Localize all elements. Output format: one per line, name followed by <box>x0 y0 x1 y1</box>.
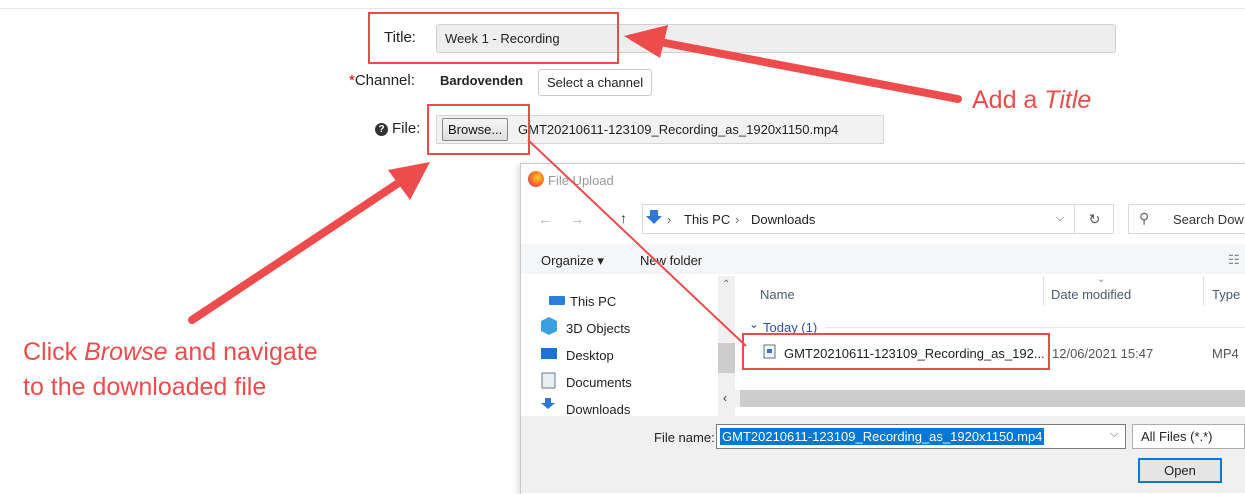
annotation-add-title: Add a Title <box>972 86 1091 115</box>
file-row-date: 12/06/2021 15:47 <box>1052 346 1154 361</box>
tree-item-downloads[interactable]: Downloads <box>566 402 630 416</box>
column-name[interactable]: Name <box>760 287 795 302</box>
annotation-add-title-em: Title <box>1044 86 1092 114</box>
sort-chevron-icon: ⌄ <box>1097 274 1106 285</box>
tree-item-documents[interactable]: Documents <box>566 375 632 390</box>
top-divider <box>0 8 1245 9</box>
firefox-icon <box>528 171 544 187</box>
group-collapse-icon[interactable]: ⌄ <box>749 317 759 331</box>
channel-value: Bardovenden <box>440 73 524 88</box>
annotation-browse-em: Browse <box>84 338 168 366</box>
select-channel-button[interactable]: Select a channel <box>538 69 653 96</box>
file-row-type: MP4 <box>1212 346 1239 361</box>
channel-label-text: Channel: <box>354 72 415 89</box>
breadcrumb-this-pc[interactable]: This PC <box>684 212 730 227</box>
scroll-up-icon[interactable]: ⌃ <box>722 279 730 290</box>
file-name-label: File name: <box>654 430 715 445</box>
tree-item-desktop[interactable]: Desktop <box>566 348 614 363</box>
breadcrumb-separator: › <box>667 212 672 227</box>
file-name-value: GMT20210611-123109_Recording_as_1920x115… <box>720 428 1045 445</box>
annotation-browse-line2: to the downloaded file <box>23 373 267 401</box>
browse-highlight-box <box>427 104 530 155</box>
chevron-down-icon[interactable]: ⌵ <box>1056 212 1064 225</box>
file-type-filter-value: All Files (*.*) <box>1141 429 1213 444</box>
navigation-pane <box>521 276 718 416</box>
column-divider-2 <box>1203 276 1204 306</box>
up-arrow-icon[interactable]: ↑ <box>620 210 627 226</box>
browse-arrowhead <box>388 162 430 200</box>
refresh-icon[interactable]: ↻ <box>1074 204 1114 234</box>
file-type-filter[interactable]: All Files (*.*) <box>1132 424 1245 449</box>
breadcrumb-separator-2: › <box>735 212 740 227</box>
vertical-scroll-thumb[interactable] <box>718 343 735 373</box>
file-highlight-box <box>742 333 1050 370</box>
annotation-browse-prefix: Click <box>23 338 85 366</box>
breadcrumb-downloads[interactable]: Downloads <box>751 212 815 227</box>
selected-file-name: GMT20210611-123109_Recording_as_1920x115… <box>518 122 839 137</box>
channel-label: *Channel: <box>349 72 415 89</box>
horizontal-scroll-thumb[interactable] <box>740 390 1245 407</box>
view-options-icon[interactable]: ☷ <box>1228 252 1240 268</box>
tree-item-3d-objects[interactable]: 3D Objects <box>566 321 630 336</box>
search-box[interactable]: ⚲ Search Dow <box>1128 204 1245 234</box>
column-type[interactable]: Type <box>1212 287 1240 302</box>
title-highlight-box <box>368 12 619 64</box>
search-placeholder: Search Dow <box>1173 212 1244 227</box>
annotation-add-title-prefix: Add a <box>972 86 1045 114</box>
scroll-left-icon[interactable]: ‹ <box>723 391 727 405</box>
dialog-title: File Upload <box>548 173 614 188</box>
open-button[interactable]: Open <box>1138 458 1222 483</box>
column-date-modified[interactable]: Date modified <box>1051 287 1131 302</box>
column-divider <box>1043 276 1044 306</box>
file-label: File: <box>392 120 421 137</box>
search-icon: ⚲ <box>1139 210 1150 226</box>
organize-button[interactable]: Organize ▾ <box>541 253 604 269</box>
back-arrow-icon[interactable]: ← <box>538 211 552 227</box>
group-divider <box>825 327 1245 328</box>
tree-item-this-pc[interactable]: This PC <box>570 294 616 309</box>
new-folder-button[interactable]: New folder <box>640 253 702 268</box>
dialog-toolbar <box>521 244 1245 274</box>
annotation-browse-line1: Click Browse and navigate <box>23 338 318 367</box>
browse-arrow <box>188 178 404 324</box>
forward-arrow-icon[interactable]: → <box>570 211 584 227</box>
help-icon[interactable]: ? <box>375 123 388 136</box>
file-name-dropdown-icon[interactable]: ⌵ <box>1110 428 1118 441</box>
annotation-browse-suffix: and navigate <box>167 338 318 366</box>
tree-clip: Downloads <box>521 400 718 416</box>
